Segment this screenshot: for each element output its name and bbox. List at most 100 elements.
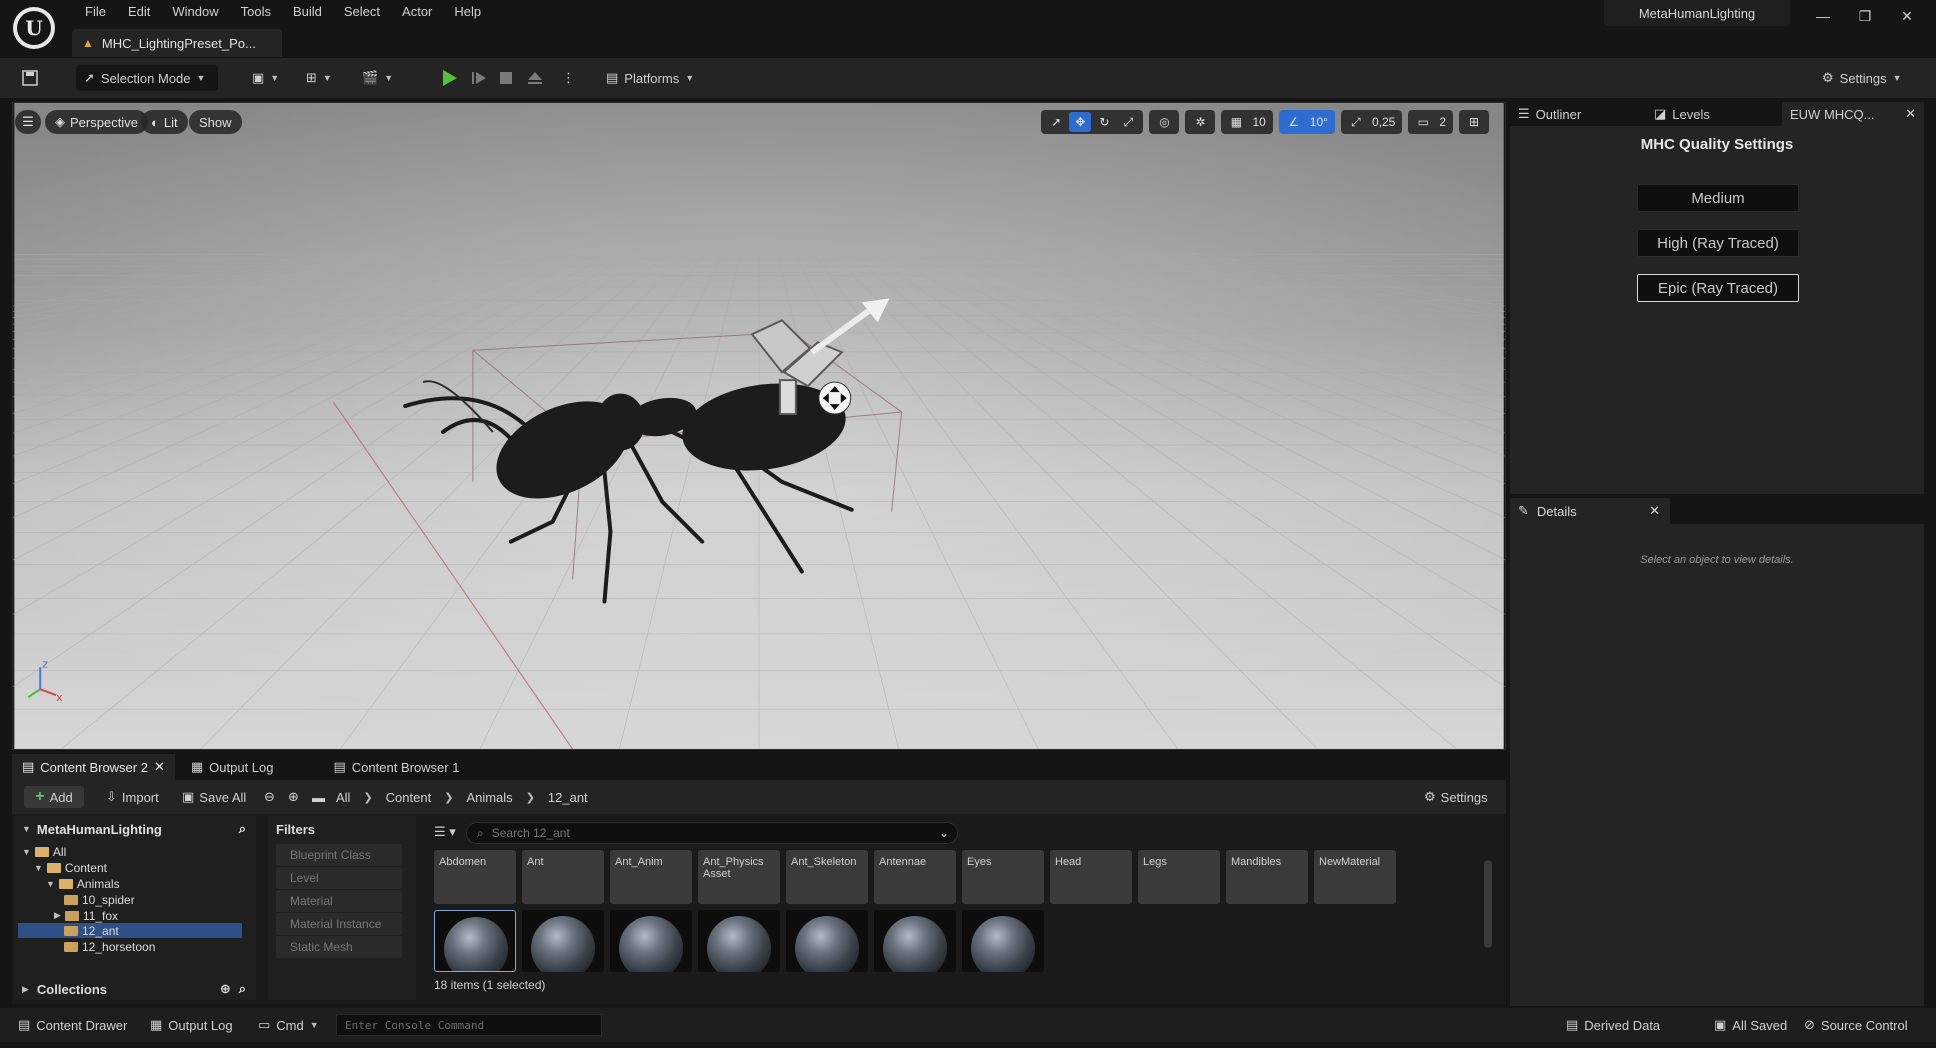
- quality-high-button[interactable]: High (Ray Traced): [1637, 229, 1799, 257]
- selection-mode-dropdown[interactable]: ➚ Selection Mode ▼: [76, 65, 218, 91]
- tree-item-12-ant[interactable]: 12_ant: [64, 923, 119, 938]
- level-document-tab[interactable]: ▲ MHC_LightingPreset_Po...: [72, 29, 282, 57]
- all-saved-button[interactable]: ▣ All Saved: [1714, 1017, 1787, 1033]
- chevron-down-icon[interactable]: ⌄: [939, 826, 949, 840]
- menu-actor[interactable]: Actor: [391, 4, 443, 20]
- tree-item-11-fox[interactable]: ▶ 11_fox: [54, 908, 118, 923]
- folder-tile[interactable]: Eyes: [962, 850, 1044, 904]
- source-control-button[interactable]: ⊘ Source Control: [1804, 1017, 1908, 1033]
- folder-tile[interactable]: NewMaterial: [1314, 850, 1396, 904]
- collections-header[interactable]: ▶ Collections ⊕ ⌕: [14, 978, 256, 1000]
- filter-material-instance[interactable]: Material Instance: [276, 913, 402, 935]
- save-all-button[interactable]: ▣ Save All: [182, 786, 246, 808]
- rotate-tool-icon[interactable]: ↻: [1093, 112, 1115, 132]
- select-tool-icon[interactable]: ➚: [1045, 112, 1067, 132]
- platforms-dropdown[interactable]: ▤ Platforms ▼: [606, 65, 694, 91]
- material-asset-thumbnail[interactable]: [874, 910, 956, 972]
- search-input[interactable]: ⌕ Search 12_ant ⌄: [466, 822, 958, 844]
- menu-edit[interactable]: Edit: [117, 4, 161, 20]
- material-asset-thumbnail[interactable]: [962, 910, 1044, 972]
- breadcrumb-content[interactable]: Content: [386, 790, 432, 805]
- surface-snap-icon[interactable]: ✲: [1189, 112, 1211, 132]
- tab-details[interactable]: ✎ Details ✕: [1510, 498, 1670, 524]
- derived-data-button[interactable]: ▤ Derived Data: [1566, 1017, 1660, 1033]
- material-asset-thumbnail[interactable]: [522, 910, 604, 972]
- search-icon[interactable]: ⌕: [239, 821, 246, 837]
- menu-tools[interactable]: Tools: [230, 4, 282, 20]
- tree-item-content[interactable]: ▼ Content: [34, 860, 107, 875]
- tab-content-browser-1[interactable]: ▤ Content Browser 1: [324, 754, 470, 780]
- import-button[interactable]: ⇩ Import: [106, 786, 159, 808]
- folder-tile[interactable]: Ant_Anim: [610, 850, 692, 904]
- content-drawer-button[interactable]: ▤ Content Drawer: [18, 1017, 127, 1033]
- tab-euw-mhcq[interactable]: EUW MHCQ... ✕: [1782, 102, 1924, 126]
- close-tab-icon[interactable]: ✕: [1905, 106, 1916, 122]
- more-options-icon[interactable]: ⋮: [562, 65, 575, 91]
- scale-tool-icon[interactable]: ⤢: [1117, 112, 1139, 132]
- menu-file[interactable]: File: [74, 4, 117, 20]
- close-window-icon[interactable]: ✕: [1890, 4, 1924, 28]
- add-collection-icon[interactable]: ⊕: [220, 981, 231, 997]
- camera-speed-button[interactable]: ▭ 2: [1408, 110, 1453, 134]
- filter-material[interactable]: Material: [276, 890, 402, 912]
- tree-item-all[interactable]: ▼ All: [22, 844, 66, 859]
- world-space-icon[interactable]: ◎: [1153, 112, 1175, 132]
- viewport-layout-icon[interactable]: ⊞: [1463, 112, 1485, 132]
- quality-medium-button[interactable]: Medium: [1637, 184, 1799, 212]
- minimize-icon[interactable]: —: [1806, 4, 1840, 28]
- folder-tile[interactable]: Ant: [522, 850, 604, 904]
- quality-epic-button[interactable]: Epic (Ray Traced): [1637, 274, 1799, 302]
- console-input[interactable]: Enter Console Command: [336, 1014, 602, 1036]
- blueprint-dropdown[interactable]: ⊞ ▼: [306, 65, 332, 91]
- settings-dropdown[interactable]: ⚙ Settings ▼: [1822, 65, 1902, 91]
- folder-tile[interactable]: Antennae: [874, 850, 956, 904]
- menu-window[interactable]: Window: [161, 4, 229, 20]
- cinematics-dropdown[interactable]: 🎬 ▼: [362, 65, 393, 91]
- close-tab-icon[interactable]: ✕: [1649, 503, 1660, 519]
- stop-icon[interactable]: [498, 65, 514, 91]
- breadcrumb-12-ant[interactable]: 12_ant: [548, 790, 588, 805]
- folder-tile[interactable]: Legs: [1138, 850, 1220, 904]
- move-tool-icon[interactable]: ✥: [1069, 112, 1092, 132]
- grid-snap-toggle[interactable]: ▦ 10: [1221, 110, 1273, 134]
- breadcrumb-animals[interactable]: Animals: [466, 790, 512, 805]
- content-settings-button[interactable]: ⚙ Settings: [1424, 786, 1488, 808]
- folder-tile[interactable]: Abdomen: [434, 850, 516, 904]
- tab-outliner[interactable]: ☰ Outliner: [1510, 102, 1646, 126]
- history-back-icon[interactable]: ⊖: [264, 786, 275, 808]
- breadcrumb-all[interactable]: All: [336, 790, 350, 805]
- perspective-button[interactable]: ◈ Perspective: [45, 110, 148, 134]
- unreal-logo-icon[interactable]: U: [13, 7, 55, 49]
- lit-button[interactable]: ◐ Lit: [141, 110, 188, 134]
- tab-output-log[interactable]: ▦ Output Log: [181, 754, 284, 780]
- filter-blueprint-class[interactable]: Blueprint Class: [276, 844, 402, 866]
- sources-header[interactable]: ▼ MetaHumanLighting ⌕: [14, 818, 256, 840]
- tab-levels[interactable]: ◪ Levels: [1646, 102, 1782, 126]
- add-button[interactable]: + Add: [24, 786, 84, 808]
- filter-static-mesh[interactable]: Static Mesh: [276, 936, 402, 958]
- eject-icon[interactable]: [526, 65, 544, 91]
- folder-tile[interactable]: Head: [1050, 850, 1132, 904]
- add-actor-dropdown[interactable]: ▣ ▼: [252, 65, 279, 91]
- advance-frame-icon[interactable]: [470, 65, 488, 91]
- material-asset-thumbnail[interactable]: [610, 910, 692, 972]
- folder-tile[interactable]: Ant_Physics Asset: [698, 850, 780, 904]
- menu-build[interactable]: Build: [282, 4, 333, 20]
- scale-snap-toggle[interactable]: ⤢ 0,25: [1340, 110, 1403, 134]
- material-asset-thumbnail[interactable]: [786, 910, 868, 972]
- cmd-dropdown[interactable]: ▭ Cmd ▼: [258, 1017, 319, 1033]
- output-log-button[interactable]: ▦ Output Log: [150, 1017, 233, 1033]
- show-button[interactable]: Show: [189, 110, 242, 134]
- save-icon[interactable]: [22, 65, 38, 91]
- tree-item-12-horsetoon[interactable]: 12_horsetoon: [64, 939, 155, 954]
- tree-item-10-spider[interactable]: 10_spider: [64, 892, 135, 907]
- filter-dropdown-icon[interactable]: ☰ ▾: [434, 824, 456, 840]
- level-viewport[interactable]: z x ☰ ◈ Perspective ◐ Lit Show ➚ ✥ ↻ ⤢ ◎: [12, 102, 1506, 750]
- history-forward-icon[interactable]: ⊕: [288, 786, 299, 808]
- restore-icon[interactable]: ❐: [1848, 4, 1882, 28]
- folder-tile[interactable]: Ant_Skeleton: [786, 850, 868, 904]
- asset-scrollbar[interactable]: [1484, 860, 1492, 948]
- rotation-snap-toggle[interactable]: ∠ 10°: [1278, 110, 1335, 134]
- play-button[interactable]: [440, 65, 458, 91]
- tab-content-browser-2[interactable]: ▤ Content Browser 2 ✕: [12, 754, 175, 780]
